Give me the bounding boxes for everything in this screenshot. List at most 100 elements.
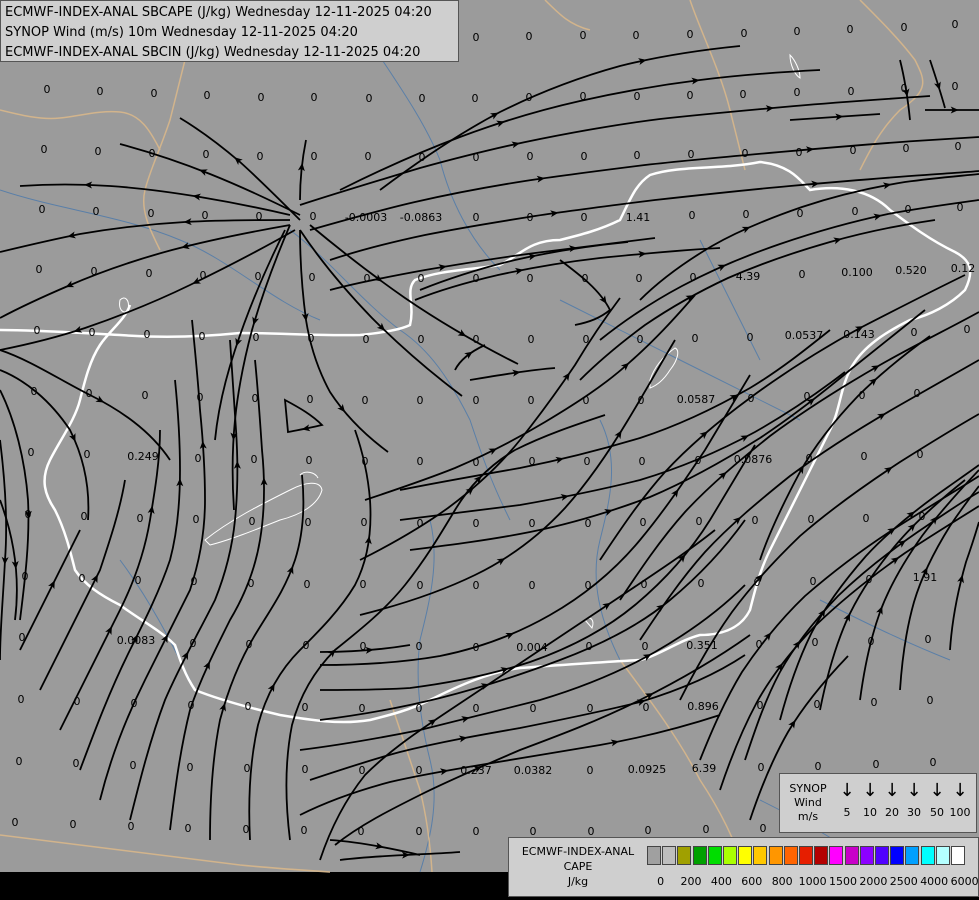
cin-value-label: 0 — [309, 271, 316, 284]
cape-color-swatch — [859, 846, 874, 865]
cin-value-label: 0 — [473, 825, 480, 838]
cin-value-label: 0 — [804, 390, 811, 403]
cin-value-label: 0 — [361, 516, 368, 529]
cin-value-label: 0 — [248, 577, 255, 590]
cin-value-label: 0 — [19, 631, 26, 644]
wind-arrow-icon: ↓ — [906, 780, 922, 801]
cin-value-label: 0 — [197, 391, 204, 404]
cin-value-label: 0 — [149, 147, 156, 160]
cin-value-label: 0 — [79, 572, 86, 585]
cin-value-label: 0 — [31, 385, 38, 398]
cin-value-label: 0 — [360, 578, 367, 591]
cin-value-label: 0 — [417, 579, 424, 592]
cin-value-label: 4.39 — [736, 270, 761, 283]
cape-tick-label: 400 — [710, 875, 732, 888]
cin-value-label: 0 — [473, 31, 480, 44]
cin-value-label: 0 — [74, 695, 81, 708]
cin-value-label: 0 — [634, 90, 641, 103]
synop-speed-label: 50 — [930, 806, 944, 819]
cape-tick-label: 1000 — [798, 875, 827, 888]
cin-value-label: 0.0083 — [117, 634, 156, 647]
cin-value-label: 0 — [698, 577, 705, 590]
cin-value-label: 0 — [752, 514, 759, 527]
cape-tick-label: 4000 — [920, 875, 949, 888]
cin-value-label: -0.0863 — [400, 211, 442, 224]
cin-value-label: 0 — [529, 455, 536, 468]
cin-value-label: 0 — [359, 764, 366, 777]
cin-value-label: 0 — [473, 333, 480, 346]
cin-value-label: 0 — [256, 210, 263, 223]
cin-value-label: 0 — [418, 272, 425, 285]
cin-value-label: 0 — [955, 140, 962, 153]
cin-value-label: 0 — [417, 394, 424, 407]
cin-value-label: 0 — [581, 211, 588, 224]
cape-color-swatch — [768, 846, 783, 865]
cin-value-label: 0 — [794, 86, 801, 99]
cin-value-label: 0 — [642, 640, 649, 653]
cape-legend-unit: J/kg — [567, 875, 589, 888]
synop-wind-legend: SYNOP Wind m/s ↓ 5 ↓ 10 ↓ 20 ↓ 30 ↓ 50 ↓ 100 — [779, 773, 977, 833]
cape-color-swatch — [875, 846, 889, 865]
cin-value-label: 0 — [419, 92, 426, 105]
cape-color-swatch — [723, 846, 737, 865]
cape-color-swatch — [935, 846, 950, 865]
cin-value-label: 0 — [473, 579, 480, 592]
cin-value-label: 0 — [799, 268, 806, 281]
cape-tick-label: 200 — [680, 875, 702, 888]
cin-value-label: 0 — [530, 702, 537, 715]
cape-legend-label: ECMWF-INDEX-ANAL CAPE J/kg — [513, 844, 643, 889]
cin-value-label: 0 — [473, 394, 480, 407]
cin-value-label: 0 — [306, 454, 313, 467]
cin-value-label: 0 — [362, 394, 369, 407]
cin-value-label: 0 — [253, 331, 260, 344]
cin-value-label: 0 — [634, 149, 641, 162]
cin-value-label: 0 — [528, 394, 535, 407]
weather-map[interactable]: 0 0 0 0 0 0 0 0 0 0 0 0 0 0 0 0 0 0 0 0 0 0 0 0 0 0 0 0 0 0 0 0 0 0 0 0 0 0 0 0… — [0, 0, 979, 900]
cin-value-label: 0 — [86, 387, 93, 400]
cin-value-label: 0 — [583, 333, 590, 346]
synop-legend-label: SYNOP Wind m/s — [784, 782, 832, 824]
cin-value-label: 0 — [917, 448, 924, 461]
cin-value-label: 0 — [808, 513, 815, 526]
synop-speed-label: 10 — [863, 806, 877, 819]
cin-value-label: 0 — [903, 142, 910, 155]
cape-color-legend: ECMWF-INDEX-ANAL CAPE J/kg 0 200 400 600 800… — [508, 837, 979, 897]
cape-color-swatch — [692, 846, 707, 865]
cin-value-label: 0 — [304, 578, 311, 591]
cin-value-label: 0 — [645, 824, 652, 837]
cin-value-label: 0 — [258, 91, 265, 104]
cin-value-label: 0.004 — [516, 641, 548, 654]
wind-arrow-icon: ↓ — [929, 780, 945, 801]
cape-color-swatch — [951, 846, 965, 865]
cin-value-label: 0.0382 — [514, 764, 553, 777]
cape-color-swatch — [905, 846, 920, 865]
cin-value-label: 0 — [359, 702, 366, 715]
cin-value-label: 0 — [527, 272, 534, 285]
cape-color-swatch — [920, 846, 935, 865]
cin-value-label: 0.100 — [841, 266, 873, 279]
cin-value-label: 0 — [12, 816, 19, 829]
cin-value-label: 0 — [360, 640, 367, 653]
cin-value-label: 0 — [73, 757, 80, 770]
cin-value-label: 0 — [305, 516, 312, 529]
cin-value-label: 0 — [303, 639, 310, 652]
cin-value-label: 0 — [643, 701, 650, 714]
cin-value-label: 0 — [25, 508, 32, 521]
cape-color-swatch — [814, 846, 829, 865]
wind-arrow-icon: ↓ — [884, 780, 900, 801]
cin-value-label: 0 — [311, 91, 318, 104]
cin-value-label: 1.91 — [913, 571, 938, 584]
cin-value-label: 0 — [416, 764, 423, 777]
cin-value-label: 0 — [527, 150, 534, 163]
synop-speed-50: ↓ 50 — [926, 780, 948, 820]
cin-value-label: 0 — [586, 640, 593, 653]
synop-speed-label: 30 — [907, 806, 921, 819]
cape-tick-label: 2000 — [859, 875, 888, 888]
cin-value-label: 6.39 — [692, 762, 717, 775]
cin-value-label: 0 — [473, 517, 480, 530]
cin-value-label: 0 — [18, 693, 25, 706]
cin-value-label: 0.0925 — [628, 763, 667, 776]
cin-value-label: 0 — [810, 575, 817, 588]
cin-value-label: 0 — [850, 144, 857, 157]
cin-value-label: 0 — [740, 88, 747, 101]
